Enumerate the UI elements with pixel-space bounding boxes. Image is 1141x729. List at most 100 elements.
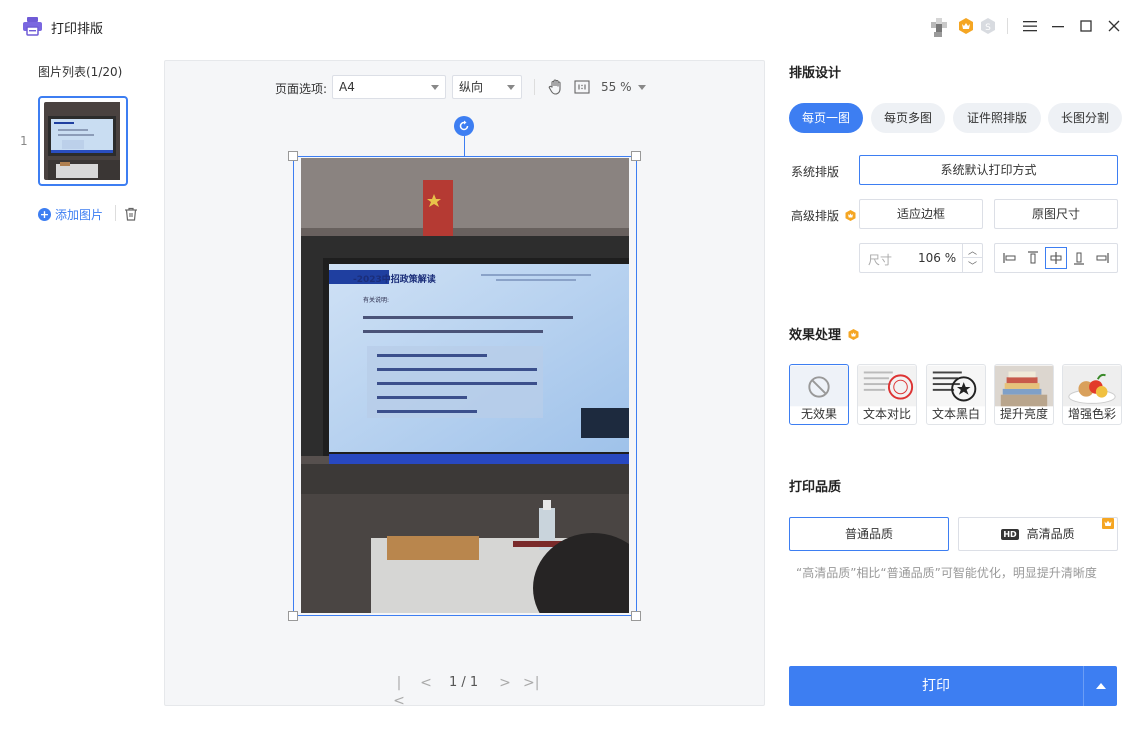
print-button[interactable]: 打印 bbox=[789, 666, 1083, 706]
color-enhance-preview bbox=[1063, 365, 1121, 407]
svg-text:-2023中招政策解读: -2023中招政策解读 bbox=[353, 273, 436, 285]
resize-handle-bottom-right[interactable] bbox=[631, 611, 641, 621]
page-option-label: 页面选项: bbox=[275, 82, 328, 96]
preview-panel: 页面选项: A4 纵向 55 % -2023中招政策解读 有关说明: |< < … bbox=[164, 60, 765, 709]
image-thumbnail[interactable] bbox=[38, 96, 128, 186]
printer-icon bbox=[23, 17, 42, 36]
orientation-select[interactable]: 纵向 bbox=[452, 75, 522, 99]
effect-color-enhance[interactable]: 增强色彩 bbox=[1062, 364, 1122, 425]
advanced-layout-label: 高级排版 bbox=[791, 207, 856, 224]
effects-title-text: 效果处理 bbox=[789, 328, 842, 343]
effect-label: 文本对比 bbox=[862, 407, 911, 421]
first-page-icon[interactable]: |< bbox=[391, 674, 407, 709]
original-size-button[interactable]: 原图尺寸 bbox=[994, 199, 1118, 229]
effect-text-bw[interactable]: 文本黑白 bbox=[926, 364, 986, 425]
thumbnail-index: 1 bbox=[20, 134, 28, 148]
tab-multi-per-page[interactable]: 每页多图 bbox=[871, 103, 945, 133]
zoom-dropdown-icon[interactable] bbox=[638, 85, 646, 90]
effect-label: 文本黑白 bbox=[931, 407, 980, 421]
vip-crown-icon bbox=[848, 329, 859, 340]
actual-size-icon[interactable] bbox=[574, 79, 590, 95]
effect-none[interactable]: 无效果 bbox=[789, 364, 849, 425]
svip-badge-icon[interactable]: S bbox=[980, 18, 996, 34]
effect-brightness[interactable]: 提升亮度 bbox=[994, 364, 1054, 425]
print-quality-title: 打印品质 bbox=[789, 480, 842, 495]
alignment-group bbox=[994, 243, 1118, 273]
no-effect-icon bbox=[790, 365, 848, 407]
toolbar-divider bbox=[534, 79, 535, 95]
preview-image: -2023中招政策解读 有关说明: bbox=[301, 158, 629, 613]
size-value[interactable]: 106 % bbox=[918, 251, 956, 265]
vip-crown-icon[interactable] bbox=[958, 18, 974, 34]
text-bw-preview bbox=[927, 365, 985, 407]
resize-handle-top-right[interactable] bbox=[631, 151, 641, 161]
svg-text:S: S bbox=[985, 23, 991, 33]
left-divider bbox=[115, 205, 116, 221]
hd-quality-button[interactable]: HD 高清品质 bbox=[958, 517, 1118, 551]
svg-text:有关说明:: 有关说明: bbox=[363, 296, 389, 304]
tab-id-photo[interactable]: 证件照排版 bbox=[953, 103, 1041, 133]
page-indicator: 1 / 1 bbox=[449, 675, 479, 690]
trash-icon[interactable] bbox=[123, 206, 139, 222]
app-title: 打印排版 bbox=[51, 22, 104, 37]
hd-quality-label: 高清品质 bbox=[1026, 527, 1075, 541]
tab-long-image-split[interactable]: 长图分割 bbox=[1048, 103, 1122, 133]
hand-pan-icon[interactable] bbox=[547, 78, 565, 96]
close-icon[interactable] bbox=[1104, 16, 1124, 36]
add-image-label: 添加图片 bbox=[55, 208, 104, 222]
resize-handle-top-left[interactable] bbox=[288, 151, 298, 161]
hd-tag: HD bbox=[1001, 529, 1019, 540]
paper-size-select[interactable]: A4 bbox=[332, 75, 446, 99]
chevron-down-icon bbox=[431, 85, 439, 90]
thumbnail-image bbox=[44, 102, 120, 180]
effects-title: 效果处理 bbox=[789, 324, 859, 343]
effect-label: 增强色彩 bbox=[1067, 407, 1116, 421]
preview-toolbar: 页面选项: A4 纵向 55 % bbox=[165, 75, 764, 99]
system-layout-label: 系统排版 bbox=[791, 165, 840, 179]
resize-handle-bottom-left[interactable] bbox=[288, 611, 298, 621]
prev-page-icon[interactable]: < bbox=[418, 674, 434, 692]
last-page-icon[interactable]: >| bbox=[523, 674, 539, 692]
pager: |< < 1 / 1 > >| bbox=[165, 674, 764, 709]
vip-crown-icon bbox=[1102, 518, 1114, 529]
tab-one-per-page[interactable]: 每页一图 bbox=[789, 103, 863, 133]
align-left-icon[interactable] bbox=[1000, 248, 1020, 268]
print-options-button[interactable] bbox=[1084, 666, 1117, 706]
avatar[interactable] bbox=[929, 16, 949, 38]
orientation-value: 纵向 bbox=[459, 80, 484, 94]
align-bottom-icon[interactable] bbox=[1069, 248, 1089, 268]
chevron-up-icon bbox=[1095, 683, 1106, 689]
advanced-layout-text: 高级排版 bbox=[791, 209, 840, 223]
size-label: 尺寸 bbox=[868, 253, 893, 267]
effect-label: 提升亮度 bbox=[999, 407, 1048, 421]
title-divider bbox=[1007, 18, 1008, 34]
normal-quality-button[interactable]: 普通品质 bbox=[789, 517, 949, 551]
text-contrast-preview bbox=[858, 365, 916, 407]
layout-design-title: 排版设计 bbox=[789, 66, 842, 81]
minimize-icon[interactable] bbox=[1048, 16, 1068, 36]
rotate-connector bbox=[464, 136, 465, 156]
effect-text-contrast[interactable]: 文本对比 bbox=[857, 364, 917, 425]
plus-icon: + bbox=[38, 208, 51, 221]
vip-crown-icon bbox=[845, 210, 856, 221]
increase-icon[interactable]: ︿ bbox=[962, 244, 982, 258]
add-image-button[interactable]: + 添加图片 bbox=[38, 206, 103, 223]
zoom-value[interactable]: 55 % bbox=[601, 80, 632, 94]
size-stepper[interactable]: 尺寸 106 % ︿ ﹀ bbox=[859, 243, 983, 273]
fit-margin-button[interactable]: 适应边框 bbox=[859, 199, 983, 229]
effect-label: 无效果 bbox=[800, 407, 837, 421]
menu-icon[interactable] bbox=[1020, 16, 1040, 36]
chevron-down-icon bbox=[507, 85, 515, 90]
rotate-icon[interactable] bbox=[454, 116, 474, 136]
title-bar: 打印排版 S bbox=[0, 0, 1141, 52]
image-list-title: 图片列表(1/20) bbox=[38, 65, 123, 79]
maximize-icon[interactable] bbox=[1076, 16, 1096, 36]
system-default-print-button[interactable]: 系统默认打印方式 bbox=[859, 155, 1118, 185]
decrease-icon[interactable]: ﹀ bbox=[962, 258, 982, 272]
align-top-icon[interactable] bbox=[1023, 248, 1043, 268]
align-right-icon[interactable] bbox=[1092, 248, 1112, 268]
next-page-icon[interactable]: > bbox=[497, 674, 513, 692]
brightness-preview bbox=[995, 365, 1053, 407]
paper-size-value: A4 bbox=[339, 80, 355, 94]
align-center-icon[interactable] bbox=[1044, 247, 1067, 269]
